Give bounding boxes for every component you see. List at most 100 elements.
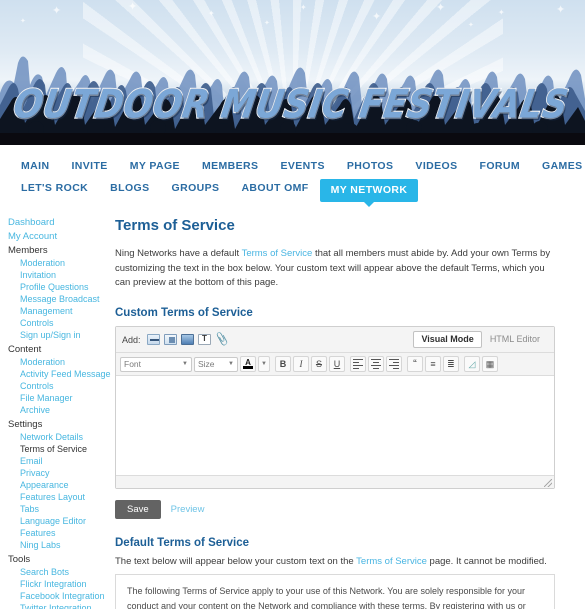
align-center-button[interactable] (367, 356, 384, 373)
sidebar-item-members-controls[interactable]: Controls (20, 317, 115, 329)
eraser-icon: ◿ (468, 358, 476, 369)
sidebar-item-terms-of-service[interactable]: Terms of Service (20, 443, 115, 455)
editor-mode-tabs: Visual Mode HTML Editor (413, 331, 548, 349)
insert-media-button[interactable]: ▦ (481, 356, 498, 373)
sidebar-item-content-controls[interactable]: Controls (20, 380, 115, 392)
page-title: Terms of Service (115, 217, 235, 234)
font-family-value: Font (124, 359, 142, 370)
sidebar-item-privacy[interactable]: Privacy (20, 467, 115, 479)
font-family-select[interactable]: Font ▼ (120, 356, 192, 372)
photo-icon[interactable] (163, 334, 177, 346)
sidebar-item-ning-labs[interactable]: Ning Labs (20, 539, 115, 551)
editor-add-bar: Add: 📎 Visual Mode HTML Editor (116, 327, 554, 354)
text-color-dropdown[interactable]: ▼ (258, 356, 270, 373)
nav-item-forum[interactable]: FORUM (469, 157, 532, 175)
preview-button[interactable]: Preview (171, 504, 205, 515)
nav-item-events[interactable]: EVENTS (269, 157, 335, 175)
nav-row-secondary: LET'S ROCK BLOGS GROUPS ABOUT OMF MY NET… (0, 179, 585, 206)
bold-button[interactable]: B (274, 356, 291, 373)
save-button[interactable]: Save (115, 500, 161, 520)
sidebar-item-members-management[interactable]: Management (20, 305, 115, 317)
nav-item-photos[interactable]: PHOTOS (336, 157, 405, 175)
sidebar-item-members-moderation[interactable]: Moderation (20, 257, 115, 269)
nav-item-lets-rock[interactable]: LET'S ROCK (10, 179, 99, 197)
attachment-icon[interactable]: 📎 (213, 332, 229, 347)
align-left-icon (352, 358, 363, 370)
terms-of-service-link[interactable]: Terms of Service (242, 248, 313, 259)
chevron-down-icon: ▼ (182, 361, 188, 368)
sidebar-sublist-tools: Search Bots Flickr Integration Facebook … (8, 566, 115, 609)
nav-item-members[interactable]: MEMBERS (191, 157, 269, 175)
sidebar-item-language-editor[interactable]: Language Editor (20, 515, 115, 527)
blockquote-button[interactable]: “ (406, 356, 423, 373)
align-left-button[interactable] (349, 356, 366, 373)
sidebar-group-tools: Tools Search Bots Flickr Integration Fac… (8, 552, 115, 609)
nav-item-groups[interactable]: GROUPS (161, 179, 231, 197)
bulleted-list-button[interactable]: ≡ (424, 356, 441, 373)
align-center-icon (370, 358, 381, 370)
default-tos-description: The text below will appear below your cu… (115, 556, 555, 567)
sidebar-item-features[interactable]: Features (20, 527, 115, 539)
sidebar-item-tabs[interactable]: Tabs (20, 503, 115, 515)
nav-item-my-network[interactable]: MY NETWORK (319, 179, 419, 202)
sidebar-item-network-details[interactable]: Network Details (20, 431, 115, 443)
strikethrough-button[interactable]: S (310, 356, 327, 373)
sidebar-item-members-profile-questions[interactable]: Profile Questions (20, 281, 115, 293)
text-color-button[interactable]: A (240, 356, 256, 373)
sidebar-group-title-tools: Tools (8, 553, 31, 565)
nav-item-blogs[interactable]: BLOGS (99, 179, 160, 197)
link-icon[interactable] (146, 334, 160, 346)
sidebar-item-appearance[interactable]: Appearance (20, 479, 115, 491)
sidebar-item-content-activity-feed-message[interactable]: Activity Feed Message (20, 368, 115, 380)
tab-html-editor[interactable]: HTML Editor (482, 331, 548, 348)
main-content: Terms of Service Ning Networks have a de… (115, 207, 585, 609)
editor-footer (116, 476, 554, 489)
media-frame-icon: ▦ (485, 358, 495, 369)
page-body: Dashboard My Account Members Moderation … (0, 207, 585, 609)
default-desc-part1: The text below will appear below your cu… (115, 556, 357, 568)
number-list-icon: ≣ (447, 358, 455, 369)
sidebar-item-email[interactable]: Email (20, 455, 115, 467)
chevron-down-icon: ▼ (228, 361, 234, 368)
sidebar-item-features-layout[interactable]: Features Layout (20, 491, 115, 503)
italic-button[interactable]: I (292, 356, 309, 373)
bullet-list-icon: ≡ (430, 359, 436, 370)
underline-button[interactable]: U (328, 356, 345, 373)
sidebar-item-my-account[interactable]: My Account (8, 229, 115, 243)
sidebar-item-twitter-integration[interactable]: Twitter Integration (20, 602, 115, 609)
sidebar-item-dashboard[interactable]: Dashboard (8, 215, 115, 229)
sidebar-item-content-file-manager[interactable]: File Manager (20, 392, 115, 404)
editor-resize-handle[interactable] (544, 479, 552, 488)
sidebar-sublist-content: Moderation Activity Feed Message Control… (8, 356, 115, 416)
nav-item-main[interactable]: MAIN (10, 157, 60, 175)
editor-content-area[interactable] (116, 376, 554, 477)
numbered-list-button[interactable]: ≣ (442, 356, 459, 373)
default-terms-of-service-link[interactable]: Terms of Service (356, 556, 427, 567)
sidebar-item-content-archive[interactable]: Archive (20, 404, 115, 416)
sidebar-group-content: Content Moderation Activity Feed Message… (8, 342, 115, 416)
sidebar-item-search-bots[interactable]: Search Bots (20, 566, 115, 578)
nav-item-my-page[interactable]: MY PAGE (119, 157, 191, 175)
text-box-icon[interactable] (197, 334, 211, 346)
sidebar-item-members-signup-signin[interactable]: Sign up/Sign in (20, 329, 115, 341)
sidebar-group-title-members: Members (8, 244, 48, 256)
align-right-button[interactable] (385, 356, 402, 373)
nav-item-invite[interactable]: INVITE (60, 157, 118, 175)
nav-item-videos[interactable]: VIDEOS (404, 157, 468, 175)
nav-row-primary: MAIN INVITE MY PAGE MEMBERS EVENTS PHOTO… (0, 153, 585, 179)
form-actions: Save Preview (115, 500, 555, 520)
sidebar-item-content-moderation[interactable]: Moderation (20, 356, 115, 368)
sidebar-item-members-invitation[interactable]: Invitation (20, 269, 115, 281)
remove-formatting-button[interactable]: ◿ (463, 356, 480, 373)
tab-visual-mode[interactable]: Visual Mode (413, 331, 482, 349)
sidebar-item-flickr-integration[interactable]: Flickr Integration (20, 578, 115, 590)
sidebar-item-members-message-broadcast[interactable]: Message Broadcast (20, 293, 115, 305)
add-icon-group: 📎 (146, 332, 414, 347)
video-icon[interactable] (180, 334, 194, 346)
sidebar-item-facebook-integration[interactable]: Facebook Integration (20, 590, 115, 602)
sidebar-group-title-settings: Settings (8, 418, 43, 430)
font-size-select[interactable]: Size ▼ (194, 356, 238, 372)
nav-item-games[interactable]: GAMES (531, 157, 585, 175)
nav-item-about-omf[interactable]: ABOUT OMF (230, 179, 319, 197)
sidebar-group-settings: Settings Network Details Terms of Servic… (8, 417, 115, 551)
